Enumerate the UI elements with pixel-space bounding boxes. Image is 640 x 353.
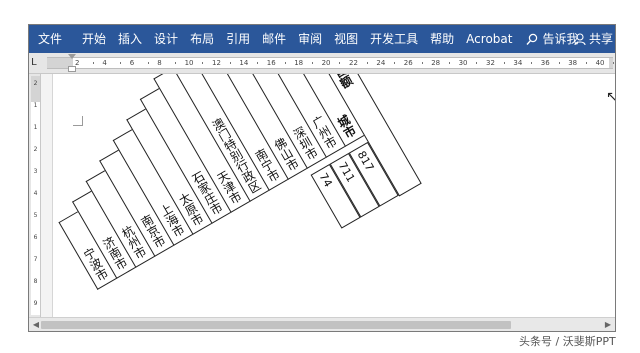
ruler-tick-mark xyxy=(613,62,615,64)
ruler-tick-label: 10 xyxy=(184,59,194,67)
ruler-tick-label: 16 xyxy=(266,59,276,67)
word-window: 文件 开始 插入 设计 布局 引用 邮件 审阅 视图 开发工具 帮助 Acrob… xyxy=(28,24,616,332)
ruler-tick-mark xyxy=(366,62,368,64)
tab-help[interactable]: 帮助 xyxy=(424,25,460,53)
horizontal-scrollbar[interactable]: ◀ ▶ xyxy=(29,317,615,331)
ruler-tick-label: 28 xyxy=(431,59,441,67)
vertical-ruler-tick-label: 4 xyxy=(33,190,38,197)
ruler-tick-mark xyxy=(120,62,122,64)
ruler-tick-label: 18 xyxy=(294,59,304,67)
ruler-tick-label: 6 xyxy=(129,59,135,67)
vertical-ruler[interactable]: 2 1 1 2 3 4 5 6 7 8 9 xyxy=(29,74,41,317)
ruler-tick-label: 24 xyxy=(376,59,386,67)
horizontal-ruler[interactable]: L 2 4 6 8 10 12 14 16 18 20 22 24 26 28 30 32 34 36 38 40 xyxy=(29,53,615,74)
ruler-tick-label: 22 xyxy=(349,59,358,67)
ruler-tick-label: 4 xyxy=(102,59,107,67)
vertical-ruler-tick-label: 7 xyxy=(33,256,38,263)
ruler-tick-label: 12 xyxy=(212,59,221,67)
tab-view[interactable]: 视图 xyxy=(328,25,364,53)
ruler-tick-label: 38 xyxy=(568,59,578,67)
vertical-ruler-tick-label: 1 xyxy=(33,102,38,109)
ruler-tick-label: 26 xyxy=(403,59,413,67)
ruler-tick-mark xyxy=(448,62,450,64)
scroll-left-arrow-icon[interactable]: ◀ xyxy=(31,320,41,330)
ruler-tick-label: 36 xyxy=(540,59,550,67)
tab-home[interactable]: 开始 xyxy=(76,25,112,53)
ruler-tick-mark xyxy=(531,62,533,64)
first-line-indent-marker[interactable] xyxy=(68,54,76,59)
ruler-tick-mark xyxy=(394,62,396,64)
ruler-tick-mark xyxy=(284,62,286,64)
table-cell-sales-value: 74 xyxy=(316,170,335,190)
ruler-tick-label: 8 xyxy=(157,59,162,67)
ruler-tick-label: 32 xyxy=(486,59,495,67)
scroll-right-arrow-icon[interactable]: ▶ xyxy=(603,320,613,330)
vertical-ruler-tick-label: 8 xyxy=(33,278,38,285)
left-indent-marker[interactable] xyxy=(68,66,76,72)
vertical-ruler-strip: 2 1 1 2 3 4 5 6 7 8 9 xyxy=(31,76,40,315)
share-button[interactable]: 共享 xyxy=(568,25,615,53)
tab-mailings[interactable]: 邮件 xyxy=(256,25,292,53)
lightbulb-search-icon xyxy=(526,33,538,45)
vertical-ruler-tick-label: 2 xyxy=(33,80,38,87)
ruler-tick-mark xyxy=(558,62,560,64)
vertical-ruler-tick-label: 2 xyxy=(33,146,38,153)
ruler-tick-mark xyxy=(339,62,341,64)
ruler-strip: 2 4 6 8 10 12 14 16 18 20 22 24 26 28 30 32 34 36 38 40 xyxy=(47,57,615,69)
ruler-tick-label: 30 xyxy=(458,59,468,67)
vertical-ruler-tick-label: 1 xyxy=(33,124,38,131)
share-label: 共享 xyxy=(588,32,613,46)
tab-developer[interactable]: 开发工具 xyxy=(364,25,424,53)
ruler-tick-label: 34 xyxy=(513,59,523,67)
document-canvas[interactable]: 宁波市 济南市 杭州市 南京市 上海市 太原市 石家庄市 天津市 澳门特别行政区 南宁市 佛山市 深圳… xyxy=(42,74,615,317)
tab-layout[interactable]: 布局 xyxy=(184,25,220,53)
ruler-tick-mark xyxy=(257,62,259,64)
vertical-ruler-tick-label: 3 xyxy=(33,168,38,175)
vertical-ruler-tick-label: 5 xyxy=(33,212,38,219)
tab-insert[interactable]: 插入 xyxy=(112,25,148,53)
crop-mark-top-left xyxy=(73,116,83,126)
ruler-tick-mark xyxy=(311,62,313,64)
ruler-tick-mark xyxy=(202,62,204,64)
ruler-tick-mark xyxy=(147,62,149,64)
tab-stop-selector[interactable]: L xyxy=(31,57,43,69)
scrollbar-thumb[interactable] xyxy=(41,321,511,329)
ruler-tick-mark xyxy=(92,62,94,64)
ruler-tick-label: 40 xyxy=(595,59,605,67)
tab-design[interactable]: 设计 xyxy=(148,25,184,53)
ruler-tick-mark xyxy=(229,62,231,64)
vertical-ruler-tick-label: 9 xyxy=(33,300,38,307)
tab-references[interactable]: 引用 xyxy=(220,25,256,53)
vertical-ruler-tick-label: 6 xyxy=(33,234,38,241)
ruler-tick-mark xyxy=(503,62,505,64)
ruler-tick-label: 14 xyxy=(239,59,249,67)
ruler-tick-mark xyxy=(174,62,176,64)
tab-review[interactable]: 审阅 xyxy=(292,25,328,53)
mouse-cursor-icon: ↖ xyxy=(606,89,615,105)
ruler-tick-mark xyxy=(421,62,423,64)
watermark: 头条号 / 沃斐斯PPT xyxy=(519,335,616,348)
ribbon-tab-bar: 文件 开始 插入 设计 布局 引用 邮件 审阅 视图 开发工具 帮助 Acrob… xyxy=(29,25,615,53)
person-icon xyxy=(574,32,586,45)
ruler-tick-mark xyxy=(585,62,587,64)
tab-acrobat[interactable]: Acrobat xyxy=(460,25,518,53)
ruler-tick-mark xyxy=(476,62,478,64)
ruler-tick-label: 20 xyxy=(321,59,331,67)
tab-file[interactable]: 文件 xyxy=(29,25,76,53)
